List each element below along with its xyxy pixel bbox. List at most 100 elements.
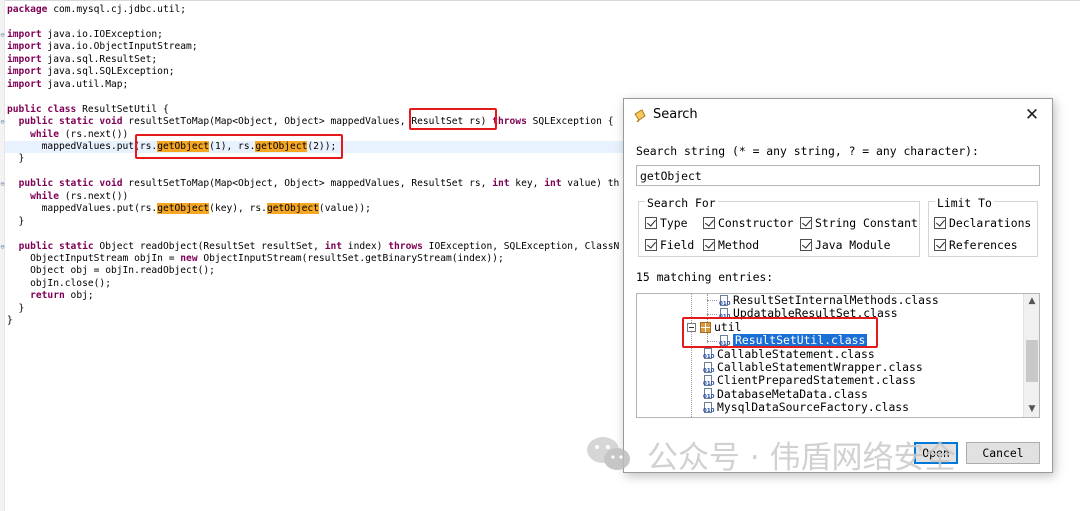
tree-item-label: ResultSetUtil.class [731, 333, 869, 349]
tree-class-item[interactable]: 010 ClientPreparedStatement.class [703, 373, 916, 388]
package-icon [700, 321, 711, 333]
code-line[interactable]: mappedValues.put(rs.getObject(1), rs.get… [5, 140, 623, 154]
checkbox-declarations[interactable]: Declarations [934, 216, 1031, 230]
class-file-icon: 010 [703, 401, 715, 414]
code-match-highlight: getObject [266, 203, 319, 215]
checkbox-references[interactable]: References [934, 238, 1018, 252]
code-text: value) th [561, 178, 620, 190]
tree-guide-line [707, 300, 717, 301]
search-input[interactable] [636, 165, 1040, 186]
cancel-button[interactable]: Cancel [966, 442, 1040, 464]
search-dialog: Search ✕ Search string (* = any string, … [623, 98, 1053, 473]
code-line[interactable]: package com.mysql.cj.jdbc.util; [7, 4, 907, 17]
code-match-highlight: getObject [157, 140, 210, 152]
fold-toggle-icon[interactable]: ⊖ [0, 116, 5, 129]
code-keyword: import [7, 28, 42, 40]
limit-to-group: Limit To Declarations References [928, 196, 1038, 257]
fold-toggle-icon[interactable]: ⊖ [0, 178, 5, 191]
checkbox-type[interactable]: Type [645, 216, 687, 230]
tree-item-label: ResultSetInternalMethods.class [733, 293, 939, 307]
code-text: key, [509, 178, 545, 190]
code-text: (2)); [307, 140, 337, 152]
tree-package-item[interactable]: util [687, 319, 742, 334]
tree-class-item[interactable]: 010 UpdatableResultSet.class [719, 306, 898, 321]
code-keyword: public static void [18, 116, 123, 128]
results-tree[interactable]: 010 ResultSetInternalMethods.class 010 Upda… [636, 293, 1040, 418]
tree-item-label: UpdatableResultSet.class [733, 306, 898, 321]
code-line[interactable]: import java.io.ObjectInputStream; [7, 41, 907, 54]
checkbox-string-constant-box[interactable] [800, 217, 812, 229]
checkbox-method[interactable]: Method [703, 238, 759, 252]
tree-class-item[interactable]: 010 MysqlDataSourceFactory.class [703, 400, 910, 415]
tree-item-label: util [714, 319, 742, 334]
collapse-icon[interactable] [687, 322, 696, 332]
scroll-thumb[interactable] [1026, 340, 1038, 382]
fold-toggle-icon[interactable]: ⊖ [0, 241, 5, 254]
tree-class-item[interactable]: 010 CallableStatement.class [703, 346, 875, 361]
code-text: com.mysql.cj.jdbc.util; [47, 4, 187, 15]
tree-class-item[interactable]: 010 ResultSetInternalMethods.class [719, 294, 939, 307]
watermark: 公众号 · 伟盾网络安全 [585, 432, 956, 476]
code-line[interactable]: import java.io.IOException; [7, 29, 907, 42]
code-text: mappedValues.put(rs. [7, 140, 158, 152]
editor-top-border [0, 0, 1080, 1]
tree-guide-line [707, 341, 717, 342]
code-text: } [7, 153, 25, 165]
code-line[interactable]: import java.sql.ResultSet; [7, 54, 907, 67]
tree-scrollbar[interactable]: ▲ ▼ [1023, 294, 1039, 417]
code-keyword: import [7, 78, 42, 90]
tree-class-item[interactable]: 010 CallableStatementWrapper.class [703, 360, 923, 374]
code-keyword: while [30, 128, 59, 140]
class-file-icon: 010 [703, 361, 715, 374]
code-line[interactable]: import java.sql.SQLException; [7, 66, 907, 79]
checkbox-constructor[interactable]: Constructor [703, 216, 793, 230]
code-text: java.sql.ResultSet; [41, 53, 158, 65]
class-file-icon: 010 [703, 388, 715, 400]
code-line[interactable] [7, 16, 907, 29]
tree-class-item[interactable]: 010 ResultSetUtil.class [719, 333, 869, 349]
checkbox-constructor-box[interactable] [703, 217, 715, 229]
code-text: Object obj = objIn.readObject(); [7, 265, 215, 277]
tree-item-label: MysqlDataSourceFactory.class [717, 400, 910, 415]
fold-toggle-icon[interactable]: ⊖ [0, 29, 5, 42]
checkbox-java-module-box[interactable] [800, 239, 812, 251]
scroll-up-icon[interactable]: ▲ [1024, 294, 1039, 309]
checkbox-string-constant[interactable]: String Constant [800, 216, 918, 230]
code-text: IOException, SQLException, ClassN [422, 240, 620, 252]
code-keyword: public class [7, 103, 77, 115]
tree-item-label: CallableStatement.class [717, 346, 875, 361]
class-file-icon: 010 [719, 308, 731, 320]
checkbox-field[interactable]: Field [645, 238, 694, 252]
tree-class-item[interactable]: 010 DatabaseMetaData.class [703, 387, 868, 401]
code-keyword: public static void [18, 178, 123, 190]
close-icon[interactable]: ✕ [1022, 105, 1042, 125]
code-text: obj; [64, 290, 94, 302]
class-file-icon: 010 [719, 334, 731, 347]
code-text: } [7, 302, 25, 314]
code-keyword: import [7, 53, 42, 65]
checkbox-type-box[interactable] [645, 217, 657, 229]
checkbox-references-box[interactable] [934, 239, 946, 251]
dialog-titlebar[interactable]: Search ✕ [624, 99, 1052, 131]
code-text: (rs.next()) [59, 190, 129, 202]
code-line[interactable]: import java.util.Map; [7, 79, 907, 92]
tree-item-label: ClientPreparedStatement.class [717, 373, 916, 388]
checkbox-field-box[interactable] [645, 239, 657, 251]
code-text: java.util.Map; [41, 78, 129, 90]
code-text: mappedValues.put(rs. [7, 203, 158, 215]
code-text: java.io.ObjectInputStream; [41, 41, 198, 53]
code-keyword: while [30, 190, 59, 202]
code-keyword: import [7, 41, 42, 53]
code-text: ObjectInputStream objIn = [7, 253, 181, 264]
code-match-highlight: getObject [255, 140, 308, 152]
code-keyword: import [7, 66, 42, 78]
search-flashlight-icon [634, 109, 646, 122]
class-file-icon: 010 [703, 348, 715, 360]
checkbox-java-module[interactable]: Java Module [800, 238, 890, 252]
scroll-down-icon[interactable]: ▼ [1024, 402, 1039, 417]
checkbox-declarations-box[interactable] [934, 217, 946, 229]
checkbox-method-box[interactable] [703, 239, 715, 251]
